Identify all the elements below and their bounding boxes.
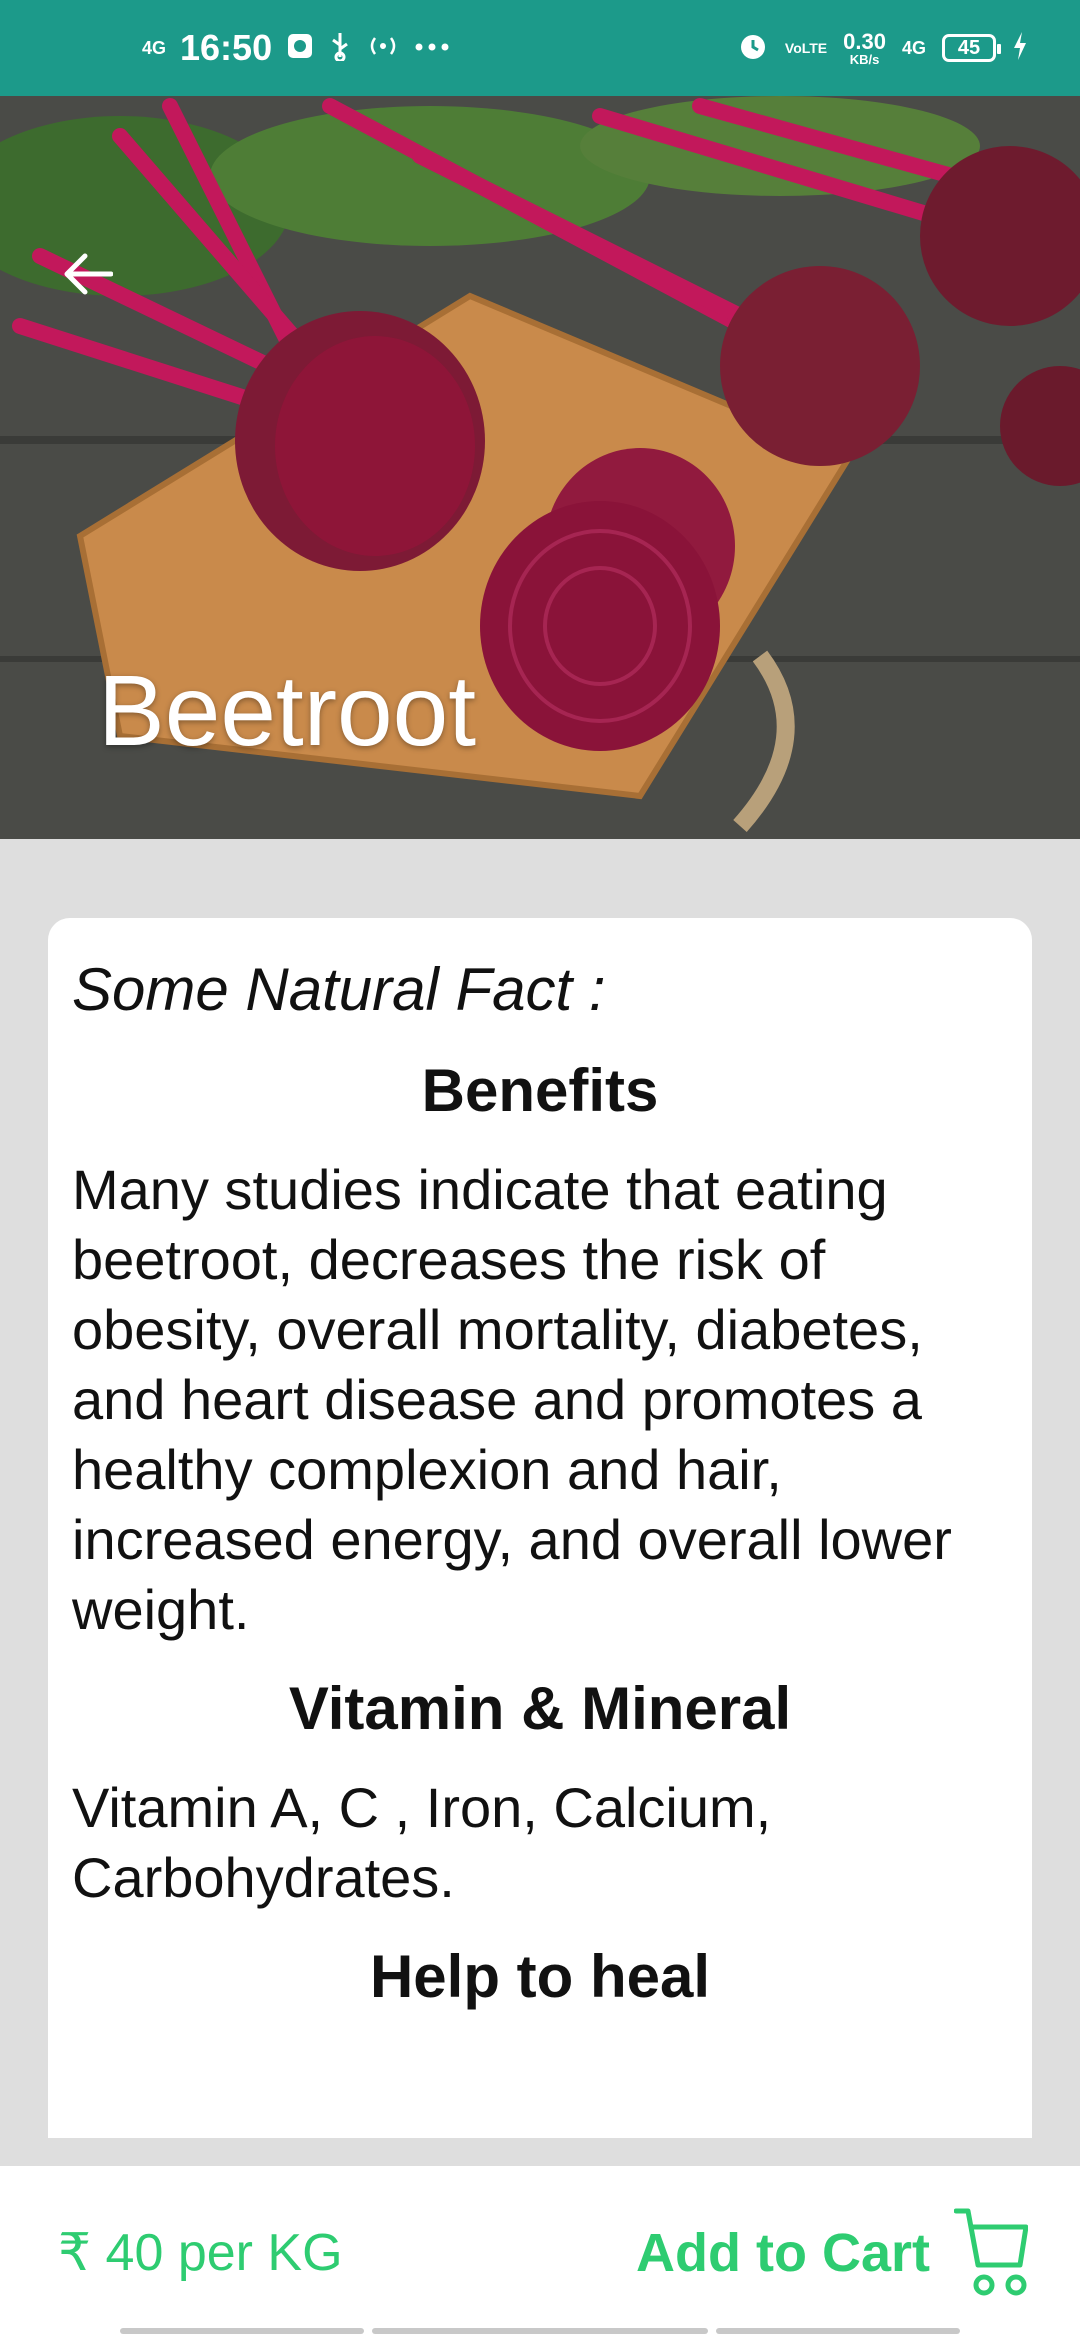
vitamin-text: Vitamin A, C , Iron, Calcium, Carbohydra… [72,1776,772,1909]
alarm-icon [737,30,769,67]
product-title: Beetroot [98,655,477,767]
add-to-cart-label: Add to Cart [636,2223,930,2283]
bottom-bar: ₹ 40 per KG Add to Cart [0,2166,1080,2340]
benefits-text: Many studies indicate that eating beetro… [72,1158,952,1641]
net-speed-unit: KB/s [849,51,880,67]
nav-handle-left [120,2328,364,2334]
back-arrow-icon [64,253,113,295]
charging-icon [1012,31,1028,65]
net-speed: 0.30 KB/s [843,28,886,67]
usb-icon [328,31,352,66]
nav-handle-right [716,2328,960,2334]
network-indicator-right: 4G [901,38,926,58]
benefits-title: Benefits [421,1057,659,1124]
status-right: VoLTE 0.30 KB/s 4G 45 [737,0,1028,96]
vitamin-title: Vitamin & Mineral [288,1675,792,1742]
status-bar: 4G 16:50 VoLTE 0.30 KB/s 4G 45 [0,0,1080,96]
heal-title: Help to heal [369,1943,711,2010]
facts-card: Some Natural Fact : Benefits Many studie… [48,918,1032,2138]
net-speed-value: 0.30 [843,28,886,54]
status-time: 16:50 [180,27,273,68]
price-label: ₹ 40 per KG [58,2224,343,2282]
app-notification-icon [286,32,314,65]
more-notifications-icon [414,39,450,57]
navigation-handles [0,2328,1080,2334]
cart-icon [954,2208,1028,2296]
hotspot-icon [366,34,400,63]
back-button[interactable] [52,244,122,304]
status-left: 4G 16:50 [142,0,450,96]
battery-icon: 45 [942,34,1001,62]
product-hero-image: Beetroot [0,96,1080,839]
add-to-cart-button[interactable]: Add to Cart [636,2166,1028,2340]
volte-indicator: VoLTE [784,40,828,56]
facts-heading: Some Natural Fact : [72,956,606,1023]
network-indicator-left: 4G [142,38,167,58]
battery-level: 45 [957,36,981,59]
nav-handle-center [372,2328,708,2334]
